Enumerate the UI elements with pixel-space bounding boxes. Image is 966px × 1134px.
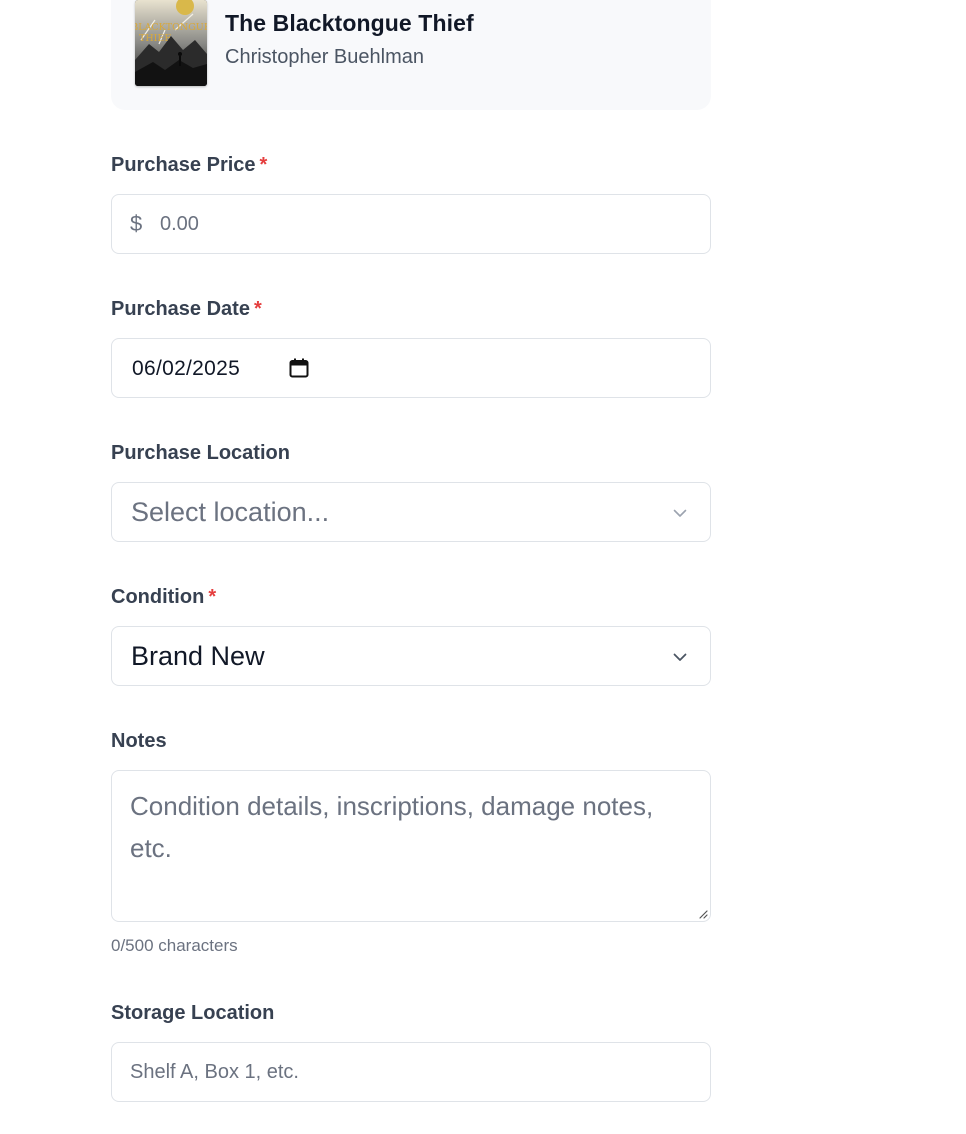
chevron-down-icon	[673, 509, 687, 517]
purchase-date-field[interactable]: 06/02/2025	[111, 338, 711, 398]
notes-textarea[interactable]	[130, 785, 690, 905]
purchase-location-label: Purchase Location	[111, 442, 290, 465]
condition-label: Condition *	[111, 586, 216, 609]
book-cover-image: BLACKTONGUE THIEF	[135, 0, 207, 86]
purchase-location-select[interactable]: Select location...	[111, 482, 711, 542]
book-author: Christopher Buehlman	[225, 46, 424, 68]
storage-location-input[interactable]	[130, 1043, 690, 1101]
notes-field[interactable]	[111, 770, 711, 922]
purchase-price-label-text: Purchase Price	[111, 154, 256, 176]
resize-handle-icon[interactable]	[696, 907, 708, 919]
cover-title-line2: THIEF	[139, 33, 171, 44]
required-marker: *	[253, 298, 262, 320]
notes-label-text: Notes	[111, 730, 167, 752]
notes-char-count: 0/500 characters	[111, 936, 238, 955]
required-marker: *	[208, 586, 217, 608]
chevron-down-icon	[673, 653, 687, 661]
required-marker: *	[259, 154, 268, 176]
purchase-location-label-text: Purchase Location	[111, 442, 290, 464]
storage-location-field[interactable]	[111, 1042, 711, 1102]
condition-select[interactable]: Brand New	[111, 626, 711, 686]
purchase-date-label: Purchase Date *	[111, 298, 262, 321]
notes-label: Notes	[111, 730, 167, 753]
purchase-price-input[interactable]	[160, 195, 690, 253]
purchase-date-label-text: Purchase Date	[111, 298, 250, 320]
purchase-date-value[interactable]: 06/02/2025	[132, 357, 240, 381]
currency-symbol: $	[130, 211, 143, 236]
calendar-icon[interactable]	[289, 358, 309, 378]
condition-value: Brand New	[131, 641, 265, 671]
purchase-price-label: Purchase Price *	[111, 154, 267, 177]
purchase-location-placeholder: Select location...	[131, 497, 330, 527]
cover-title-line1: BLACKTONGUE	[135, 22, 207, 33]
storage-location-label-text: Storage Location	[111, 1002, 275, 1024]
purchase-price-field[interactable]: $	[111, 194, 711, 254]
book-summary-card: BLACKTONGUE THIEF The Blacktongue Thief …	[111, 0, 711, 110]
storage-location-label: Storage Location	[111, 1002, 274, 1025]
condition-label-text: Condition	[111, 586, 205, 608]
book-title: The Blacktongue Thief	[225, 10, 474, 36]
